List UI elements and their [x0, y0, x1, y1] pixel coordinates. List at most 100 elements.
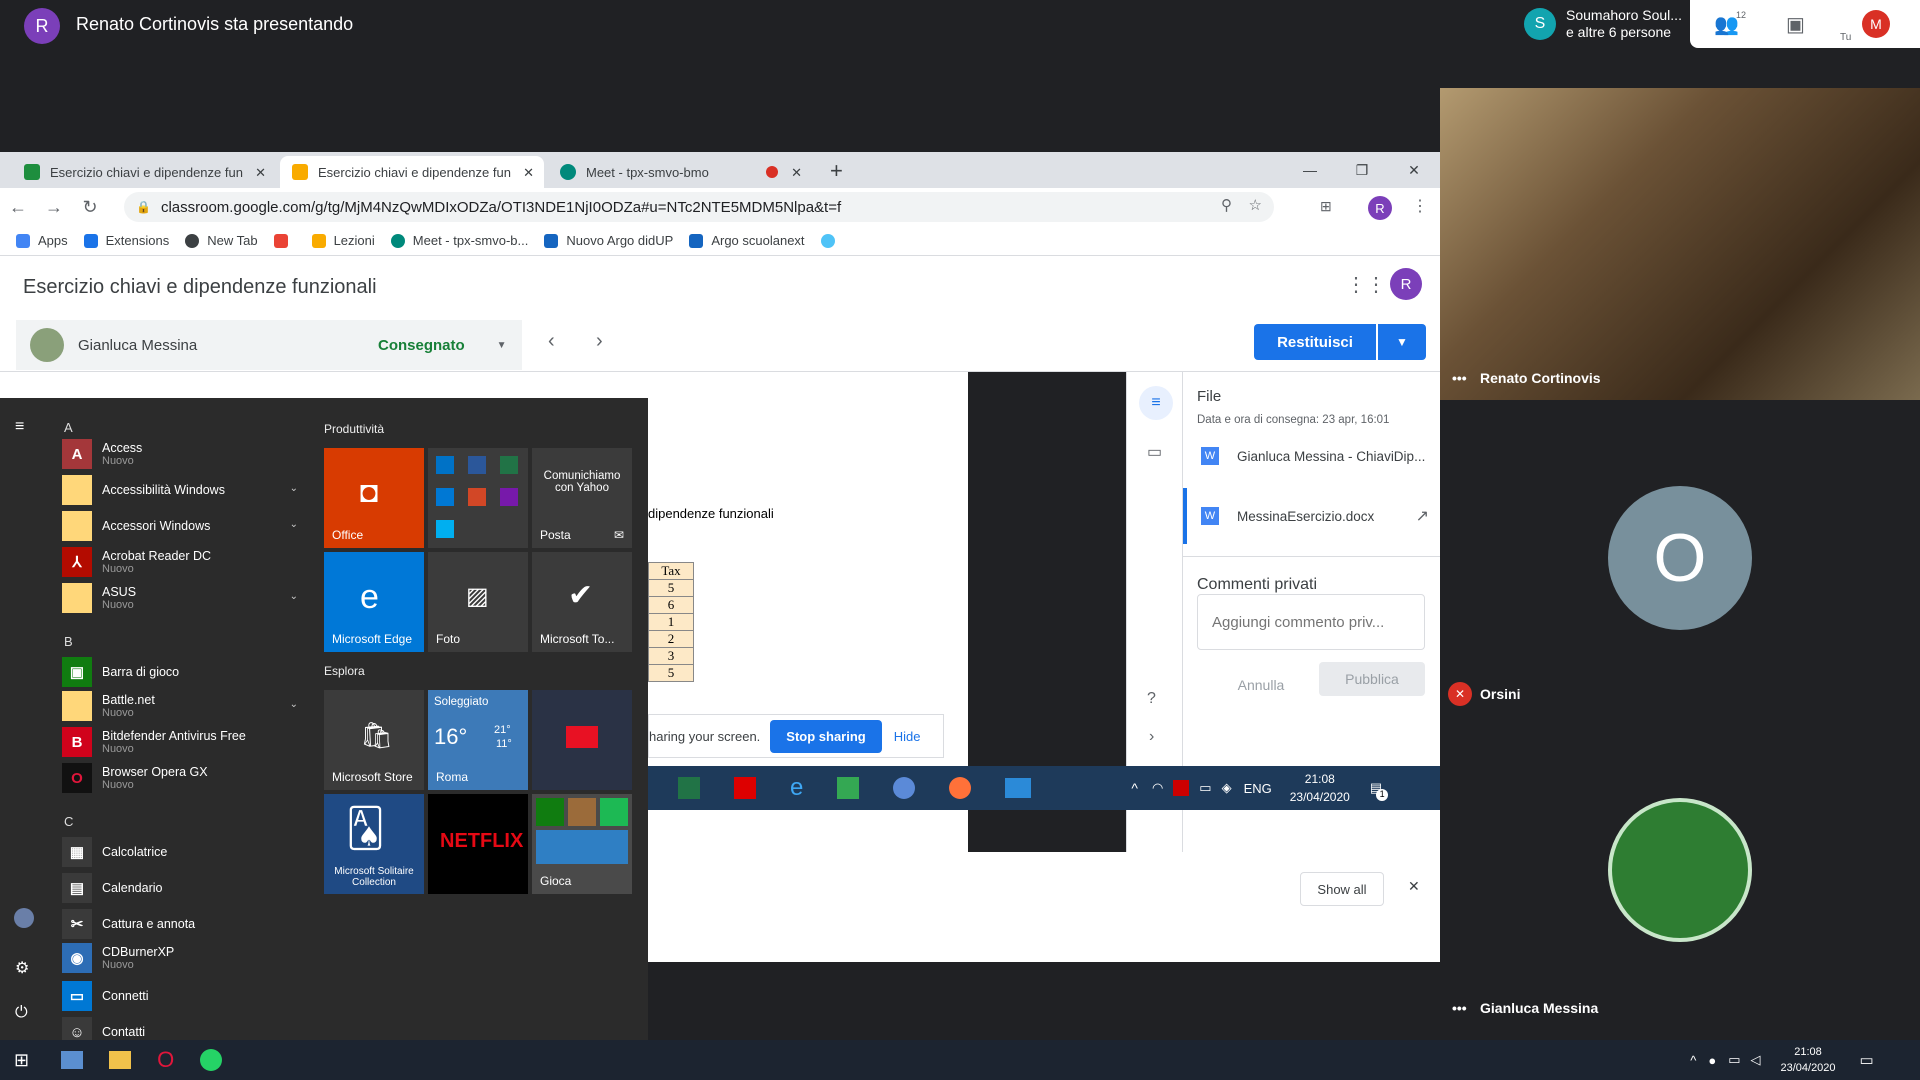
- app-accessibilita[interactable]: Accessibilità Windows ⌄: [62, 474, 302, 506]
- dropbox-icon[interactable]: ◈: [1222, 780, 1232, 796]
- tile-store[interactable]: 🛍 Microsoft Store: [324, 690, 424, 790]
- reload-icon[interactable]: ↻: [72, 197, 108, 218]
- menu-icon[interactable]: ⋮: [1412, 196, 1428, 216]
- power-icon[interactable]: ⏻: [15, 1004, 28, 1022]
- edge-icon[interactable]: e: [790, 774, 803, 802]
- app-connetti[interactable]: ▭ Connetti: [62, 980, 302, 1012]
- close-tab-icon[interactable]: ✕: [255, 165, 266, 181]
- browser-tab[interactable]: Esercizio chiavi e dipendenze fun ✕: [12, 156, 276, 188]
- file-item[interactable]: W Gianluca Messina - ChiaviDip...: [1183, 432, 1440, 480]
- new-tab-icon[interactable]: +: [830, 158, 843, 184]
- volume-icon[interactable]: ◁: [1750, 1052, 1760, 1068]
- participants-chip[interactable]: S Soumahoro Soul... e altre 6 persone: [1516, 0, 1690, 48]
- restore-icon[interactable]: ❐: [1336, 152, 1388, 188]
- drive-icon[interactable]: [837, 777, 860, 799]
- star-icon[interactable]: ☆: [1249, 196, 1262, 214]
- more-icon[interactable]: •••: [1452, 370, 1467, 386]
- tile-edge[interactable]: e Microsoft Edge: [324, 552, 424, 652]
- tile-posta[interactable]: Comunichiamo con Yahoo Posta ✉: [532, 448, 632, 548]
- acrobat-icon[interactable]: [734, 777, 756, 799]
- tile-news[interactable]: [532, 690, 632, 790]
- browser-tab[interactable]: Meet - tpx-smvo-bmo ✕: [548, 156, 812, 188]
- tile-gioca[interactable]: Gioca: [532, 794, 632, 894]
- app-acrobat[interactable]: ⅄ Acrobat Reader DC Nuovo: [62, 546, 302, 578]
- video-tile-renato[interactable]: ••• Renato Cortinovis: [1440, 88, 1920, 400]
- app-icon[interactable]: [61, 1051, 84, 1069]
- tile-office-apps[interactable]: [428, 448, 528, 548]
- tile-netflix[interactable]: NETFLIX: [428, 794, 528, 894]
- tray-up-icon[interactable]: ^: [1690, 1053, 1696, 1068]
- student-selector[interactable]: Gianluca Messina Consegnato ▼: [16, 320, 522, 370]
- video-tile-orsini[interactable]: O ✕ Orsini: [1440, 400, 1920, 714]
- user-icon[interactable]: [14, 908, 34, 928]
- close-tab-icon[interactable]: ✕: [791, 165, 802, 181]
- mic-icon[interactable]: ●: [1708, 1053, 1716, 1068]
- zoom-icon[interactable]: ⚲: [1221, 196, 1232, 214]
- bookmark-extra[interactable]: [820, 233, 843, 248]
- prev-student-icon[interactable]: ‹: [548, 330, 555, 353]
- file-item-selected[interactable]: W MessinaEsercizio.docx ↗: [1183, 488, 1440, 544]
- publish-button[interactable]: Pubblica: [1319, 662, 1425, 696]
- language-indicator[interactable]: ENG: [1244, 781, 1272, 796]
- tile-foto[interactable]: ▨ Foto: [428, 552, 528, 652]
- app-cattura[interactable]: ✂ Cattura e annota: [62, 908, 302, 940]
- acrobat-tray-icon[interactable]: [1173, 780, 1190, 796]
- details-icon[interactable]: ≡: [1139, 386, 1173, 420]
- cancel-button[interactable]: Annulla: [1215, 668, 1307, 702]
- tile-office[interactable]: ◘ Office: [324, 448, 424, 548]
- tray-up-icon[interactable]: ^: [1131, 780, 1138, 796]
- app-accessori[interactable]: Accessori Windows ⌄: [62, 510, 302, 542]
- hamburger-icon[interactable]: ≡: [15, 418, 24, 436]
- close-download-bar-icon[interactable]: ✕: [1408, 878, 1420, 895]
- app-cdburner[interactable]: ◉ CDBurnerXP Nuovo: [62, 942, 302, 974]
- help-icon[interactable]: ?: [1147, 690, 1156, 708]
- close-window-icon[interactable]: ✕: [1388, 152, 1440, 188]
- battery-icon[interactable]: ▭: [1199, 780, 1211, 796]
- return-dropdown-icon[interactable]: ▼: [1378, 324, 1426, 360]
- excel-icon[interactable]: [678, 777, 700, 799]
- account-avatar[interactable]: R: [1390, 268, 1422, 300]
- app-opera-gx[interactable]: O Browser Opera GX Nuovo: [62, 762, 302, 794]
- mail-icon[interactable]: [1005, 778, 1032, 798]
- return-button[interactable]: Restituisci: [1254, 324, 1376, 360]
- expand-icon[interactable]: ›: [1149, 728, 1154, 746]
- close-tab-icon[interactable]: ✕: [523, 165, 534, 181]
- bookmark-extensions[interactable]: Extensions: [83, 233, 169, 248]
- wifi-icon[interactable]: ◠: [1152, 780, 1163, 796]
- more-icon[interactable]: •••: [1452, 1000, 1467, 1016]
- bookmark-gmail[interactable]: [273, 233, 296, 248]
- bookmark-apps[interactable]: Apps: [16, 233, 68, 248]
- extensions-icon[interactable]: ⊞: [1320, 198, 1332, 215]
- app-icon[interactable]: [893, 777, 916, 799]
- system-clock[interactable]: 21:08 23/04/2020: [1780, 1044, 1835, 1076]
- open-new-icon[interactable]: ↗: [1416, 506, 1429, 526]
- me-avatar[interactable]: M: [1862, 10, 1890, 38]
- comment-input[interactable]: [1197, 594, 1425, 650]
- show-all-button[interactable]: Show all: [1300, 872, 1384, 906]
- bookmark-argo-didup[interactable]: Nuovo Argo didUP: [544, 233, 673, 248]
- app-access[interactable]: A Access Nuovo: [62, 438, 302, 470]
- stop-sharing-button[interactable]: Stop sharing: [770, 719, 882, 753]
- url-bar[interactable]: 🔒 classroom.google.com/g/tg/MjM4NzQwMDIx…: [124, 192, 1274, 222]
- network-icon[interactable]: ▭: [1728, 1052, 1740, 1068]
- minimize-icon[interactable]: —: [1284, 152, 1336, 188]
- file-explorer-icon[interactable]: [109, 1051, 132, 1069]
- bookmark-argo-scuolanext[interactable]: Argo scuolanext: [689, 233, 805, 248]
- bookmark-newtab[interactable]: New Tab: [185, 233, 258, 248]
- settings-icon[interactable]: ⚙: [15, 958, 29, 978]
- forward-icon[interactable]: →: [36, 197, 72, 218]
- bookmark-lezioni[interactable]: Lezioni: [311, 233, 375, 248]
- shared-clock[interactable]: 21:08 23/04/2020: [1290, 770, 1350, 806]
- tile-todo[interactable]: ✔ Microsoft To...: [532, 552, 632, 652]
- tile-weather[interactable]: Soleggiato 16° 21° 11° Roma: [428, 690, 528, 790]
- app-asus[interactable]: ASUS Nuovo ⌄: [62, 582, 302, 614]
- app-bitdefender[interactable]: B Bitdefender Antivirus Free Nuovo: [62, 726, 302, 758]
- firefox-icon[interactable]: [949, 777, 972, 799]
- windows-start-icon[interactable]: ⊞: [14, 1050, 29, 1071]
- app-calendario[interactable]: ▤ Calendario: [62, 872, 302, 904]
- comment-icon[interactable]: ▭: [1147, 442, 1162, 462]
- profile-avatar[interactable]: R: [1368, 196, 1392, 220]
- opera-icon[interactable]: O: [157, 1047, 174, 1073]
- video-tile-gianluca[interactable]: ••• Gianluca Messina: [1440, 714, 1920, 1028]
- action-center-icon[interactable]: ▭: [1860, 1051, 1874, 1069]
